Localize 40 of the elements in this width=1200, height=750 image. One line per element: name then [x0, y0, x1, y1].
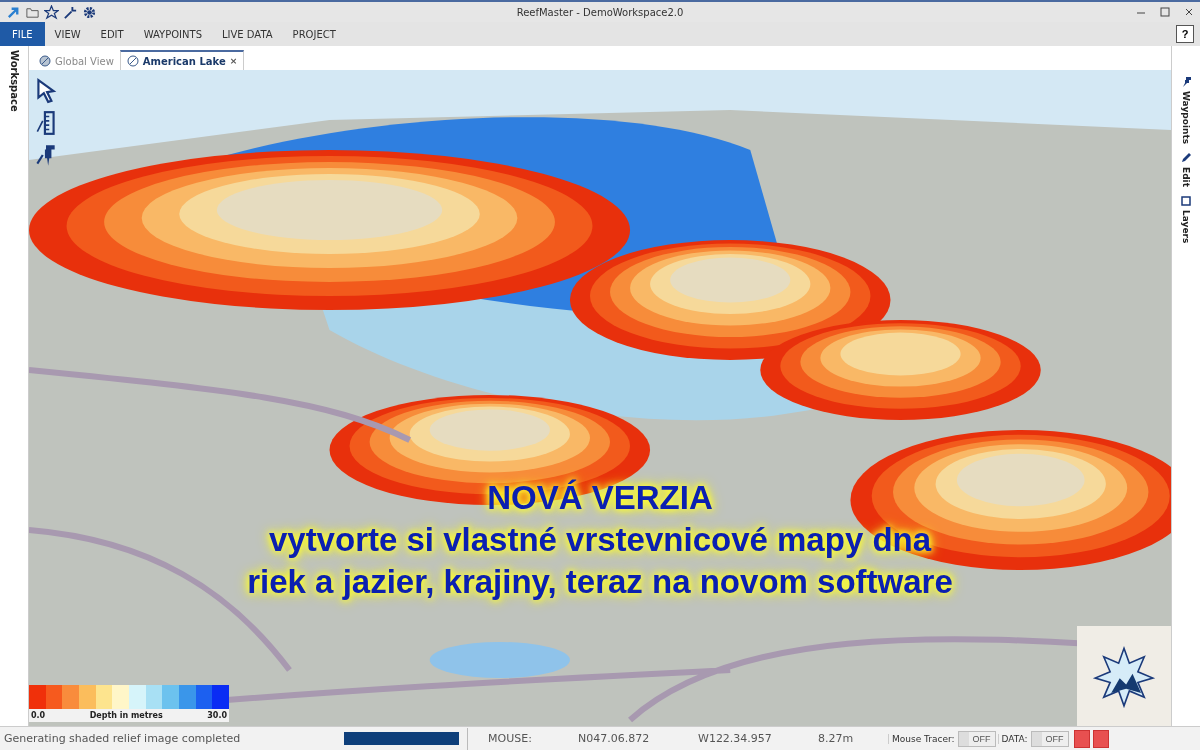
toggle-switch[interactable]: OFF: [957, 730, 996, 747]
status-message: Generating shaded relief image completed: [4, 732, 242, 745]
legend-max: 30.0: [207, 711, 227, 720]
menu-item[interactable]: PROJECT: [282, 22, 346, 46]
toggle-label: Mouse Tracer:: [888, 733, 958, 744]
record-button[interactable]: [1092, 729, 1109, 748]
layers-icon: [1180, 195, 1192, 208]
help-button[interactable]: ?: [1176, 25, 1194, 43]
menu-item[interactable]: WAYPOINTS: [133, 22, 212, 46]
mouse-label: MOUSE:: [487, 732, 533, 745]
workspace-panel-tab[interactable]: Workspace: [8, 50, 20, 112]
settings-icon[interactable]: [82, 4, 97, 20]
caption-text: riek a jazier, krajiny, teraz na novom software: [247, 562, 953, 602]
menu-item[interactable]: EDIT: [90, 22, 134, 46]
legend-min: 0.0: [31, 711, 46, 720]
tools-icon[interactable]: [63, 4, 78, 20]
ruler-tool-icon[interactable]: [35, 110, 57, 136]
side-panel-tab[interactable]: Layers: [1180, 195, 1192, 244]
menu-item[interactable]: FILE: [0, 22, 45, 46]
menu-item[interactable]: LIVE DATA: [212, 22, 283, 46]
pencil-icon: [1180, 152, 1192, 165]
stop-button[interactable]: [1073, 729, 1090, 748]
side-panel-tab[interactable]: Edit: [1180, 152, 1192, 188]
pointer-tool-icon[interactable]: [35, 78, 57, 104]
maximize-icon[interactable]: [1160, 7, 1170, 17]
legend-title: Depth in metres: [89, 711, 163, 720]
longitude-value: W122.34.957: [698, 732, 773, 745]
pin-icon: [1180, 76, 1192, 88]
toggle-label: DATA:: [997, 733, 1031, 744]
menu-item[interactable]: VIEW: [44, 22, 91, 46]
star-icon[interactable]: [44, 4, 59, 20]
latitude-value: N047.06.872: [578, 732, 651, 745]
compass-star-icon[interactable]: [1092, 644, 1156, 708]
document-tab[interactable]: Global View: [33, 52, 120, 70]
depth-value: 8.27m: [818, 732, 855, 745]
toggle-switch[interactable]: OFF: [1030, 730, 1069, 747]
close-icon[interactable]: [1184, 7, 1194, 17]
window-title: ReefMaster - DemoWorkspace2.0: [516, 6, 684, 18]
side-panel-tab[interactable]: Waypoints: [1180, 76, 1192, 145]
caption-text: vytvorte si vlastné vrstevnicové mapy dna: [268, 520, 932, 560]
